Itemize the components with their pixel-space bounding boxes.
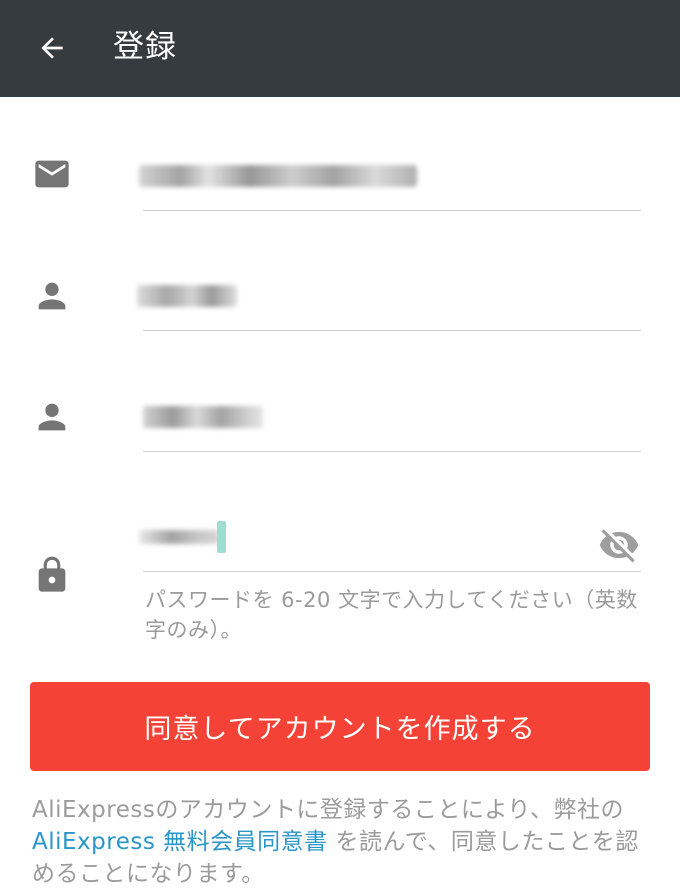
- redacted-first-name-value: [137, 285, 237, 307]
- first-name-input[interactable]: [137, 274, 641, 331]
- password-input[interactable]: [139, 515, 641, 572]
- redacted-last-name-value: [143, 406, 263, 428]
- first-name-field-row: [0, 262, 680, 342]
- page-title: 登録: [113, 29, 177, 65]
- last-name-input[interactable]: [143, 395, 641, 452]
- email-icon: [30, 152, 74, 196]
- arrow-left-icon: [41, 37, 63, 59]
- create-account-button-label: 同意してアカウントを作成する: [144, 714, 536, 745]
- password-visibility-toggle[interactable]: [597, 523, 641, 567]
- back-button[interactable]: [26, 22, 78, 74]
- person-icon: [30, 395, 74, 439]
- last-name-field-row: [0, 383, 680, 463]
- redacted-password-value: [139, 530, 219, 544]
- lock-icon: [30, 553, 74, 597]
- terms-prefix: AliExpressのアカウントに登録することにより、弊社の: [32, 797, 624, 823]
- terms-agreement-link[interactable]: AliExpress 無料会員同意書: [32, 829, 328, 855]
- create-account-button[interactable]: 同意してアカウントを作成する: [30, 682, 650, 771]
- terms-text: AliExpressのアカウントに登録することにより、弊社の AliExpres…: [32, 794, 652, 890]
- text-cursor: [217, 521, 226, 553]
- person-icon: [30, 274, 74, 318]
- eye-off-icon: [599, 529, 639, 563]
- password-hint: パスワードを 6-20 文字で入力してください（英数字のみ）。: [145, 588, 638, 642]
- email-field-row: [0, 140, 680, 220]
- redacted-email-value: [139, 165, 417, 187]
- email-input[interactable]: [139, 154, 641, 211]
- app-bar: 登録: [0, 0, 680, 97]
